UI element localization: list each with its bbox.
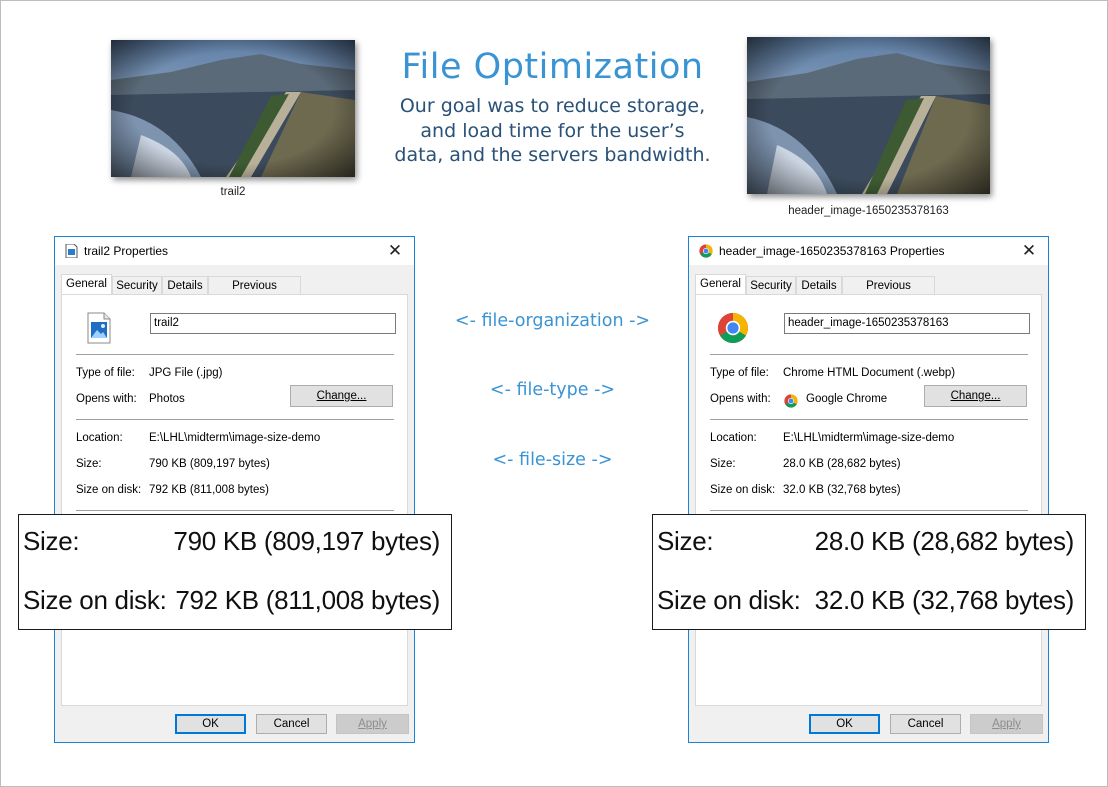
file-name-input[interactable]: trail2	[150, 313, 396, 334]
chrome-icon	[784, 394, 798, 408]
page-title: File Optimization	[401, 47, 704, 87]
divider	[710, 510, 1028, 511]
location-label: Location:	[76, 432, 123, 444]
tab-general[interactable]: General	[61, 274, 112, 295]
divider	[76, 419, 394, 420]
type-of-file-label: Type of file:	[710, 367, 769, 379]
trail2-properties-dialog: trail2 Properties ✕ General Security Det…	[54, 236, 415, 743]
zoom-size-value: 28.0 KB (28,682 bytes)	[814, 526, 1075, 556]
divider	[710, 354, 1028, 355]
file-type-label: <- file-type ->	[489, 380, 616, 400]
page-subtitle: Our goal was to reduce storage, and load…	[370, 94, 735, 168]
zoom-size-on-disk-value: 32.0 KB (32,768 bytes)	[814, 585, 1075, 615]
change-button-label: Change...	[316, 390, 367, 402]
subtitle-line: data, and the servers bandwidth.	[394, 144, 711, 166]
general-tab-panel: trail2 Type of file: JPG File (.jpg) Ope…	[61, 294, 408, 706]
size-zoom-callout: Size: 28.0 KB (28,682 bytes) Size on dis…	[652, 514, 1086, 630]
tab-details[interactable]: Details	[796, 276, 842, 294]
close-icon[interactable]: ✕	[1016, 239, 1042, 263]
size-on-disk-value: 792 KB (811,008 bytes)	[149, 484, 269, 496]
type-of-file-label: Type of file:	[76, 367, 135, 379]
size-on-disk-label: Size on disk:	[710, 484, 776, 496]
right-thumbnail-caption: header_image-1650235378163	[788, 205, 949, 217]
tab-previous-versions[interactable]: Previous Versions	[842, 276, 935, 310]
zoom-size-value: 790 KB (809,197 bytes)	[173, 526, 440, 556]
divider	[76, 354, 394, 355]
tab-security[interactable]: Security	[746, 276, 796, 294]
file-name-input[interactable]: header_image-1650235378163	[784, 313, 1030, 334]
ok-button[interactable]: OK	[175, 714, 246, 734]
size-on-disk-label: Size on disk:	[76, 484, 142, 496]
tab-details[interactable]: Details	[162, 276, 208, 294]
size-label: Size:	[76, 458, 102, 470]
file-organization-label: <- file-organization ->	[454, 311, 651, 331]
zoom-size-on-disk-value: 792 KB (811,008 bytes)	[175, 585, 440, 615]
header-image-properties-dialog: header_image-1650235378163 Properties ✕ …	[688, 236, 1049, 743]
change-button[interactable]: Change...	[290, 385, 393, 407]
ok-button[interactable]: OK	[809, 714, 880, 734]
trail-photo-thumbnail	[111, 40, 355, 177]
opens-with-value: Photos	[149, 393, 185, 405]
header-photo-thumbnail	[747, 37, 990, 194]
cancel-button[interactable]: Cancel	[256, 714, 327, 734]
dialog-title: header_image-1650235378163 Properties	[719, 244, 945, 258]
zoom-size-on-disk-label: Size on disk:	[23, 585, 167, 615]
opens-with-label: Opens with:	[76, 393, 137, 405]
chrome-icon	[699, 244, 713, 258]
zoom-size-on-disk-label: Size on disk:	[657, 585, 801, 615]
close-icon[interactable]: ✕	[382, 239, 408, 263]
cancel-button[interactable]: Cancel	[890, 714, 961, 734]
dialog-titlebar[interactable]: header_image-1650235378163 Properties ✕	[689, 237, 1048, 265]
type-of-file-value: Chrome HTML Document (.webp)	[783, 367, 956, 379]
size-value: 790 KB (809,197 bytes)	[149, 458, 270, 470]
left-thumbnail-caption: trail2	[220, 186, 246, 198]
size-on-disk-value: 32.0 KB (32,768 bytes)	[783, 484, 901, 496]
change-button-label: Change...	[950, 390, 1001, 402]
opens-with-value: Google Chrome	[806, 393, 888, 405]
tab-general[interactable]: General	[695, 274, 746, 295]
opens-with-label: Opens with:	[710, 393, 771, 405]
tab-previous-versions[interactable]: Previous Versions	[208, 276, 301, 310]
zoom-size-label: Size:	[23, 526, 80, 556]
change-button[interactable]: Change...	[924, 385, 1027, 407]
dialog-title: trail2 Properties	[84, 244, 169, 258]
file-size-label: <- file-size ->	[492, 450, 613, 470]
photo-file-icon	[87, 312, 111, 344]
apply-button[interactable]: Apply	[970, 714, 1043, 734]
divider	[76, 510, 394, 511]
subtitle-line: Our goal was to reduce storage,	[399, 95, 706, 117]
size-zoom-callout: Size: 790 KB (809,197 bytes) Size on dis…	[18, 514, 452, 630]
size-label: Size:	[710, 458, 736, 470]
apply-button-label: Apply	[358, 718, 387, 730]
divider	[710, 419, 1028, 420]
size-value: 28.0 KB (28,682 bytes)	[783, 458, 901, 470]
general-tab-panel: header_image-1650235378163 Type of file:…	[695, 294, 1042, 706]
location-value: E:\LHL\midterm\image-size-demo	[783, 432, 955, 444]
apply-button[interactable]: Apply	[336, 714, 409, 734]
dialog-titlebar[interactable]: trail2 Properties ✕	[55, 237, 414, 265]
apply-button-label: Apply	[992, 718, 1021, 730]
subtitle-line: and load time for the user’s	[420, 119, 685, 142]
chrome-icon	[717, 313, 749, 344]
location-label: Location:	[710, 432, 757, 444]
image-file-icon	[65, 244, 78, 258]
tab-security[interactable]: Security	[112, 276, 162, 294]
location-value: E:\LHL\midterm\image-size-demo	[149, 432, 321, 444]
zoom-size-label: Size:	[657, 526, 714, 556]
type-of-file-value: JPG File (.jpg)	[149, 367, 223, 379]
